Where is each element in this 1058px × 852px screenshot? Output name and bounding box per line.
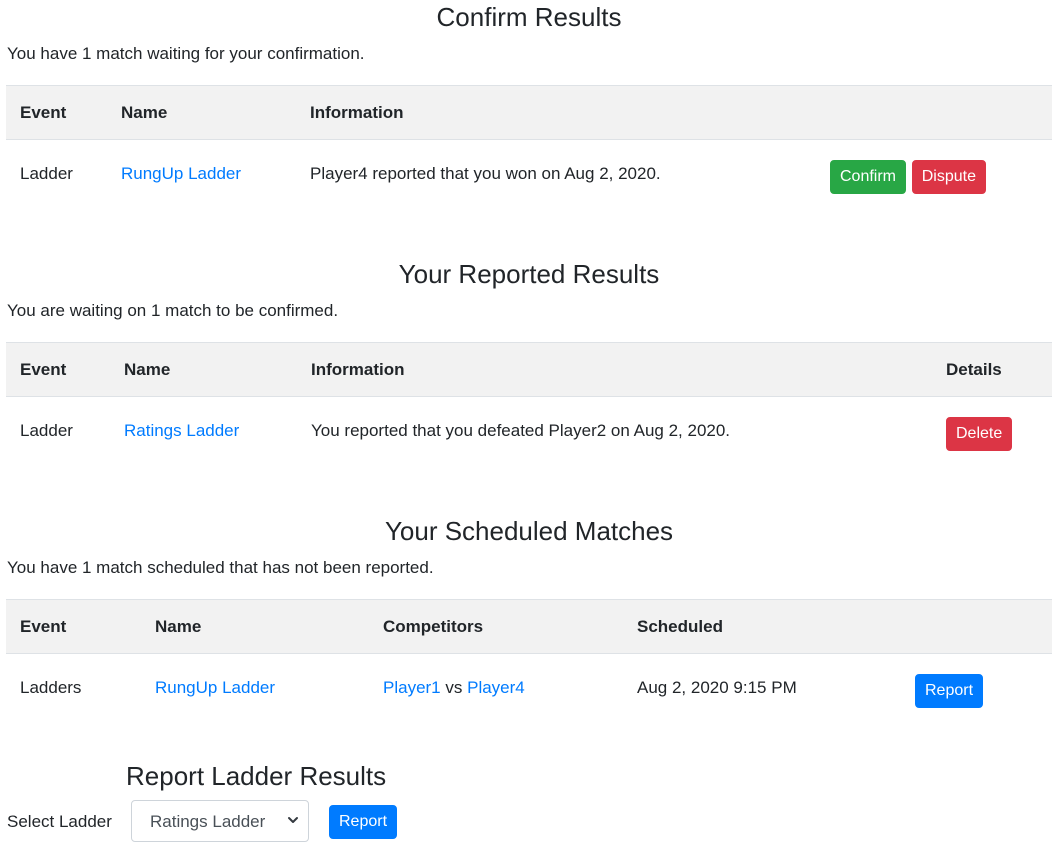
reported-results-subtitle: You are waiting on 1 match to be confirm…	[7, 301, 339, 320]
reported-results-table: Event Name Information Details Ladder Ra…	[6, 342, 1052, 466]
vs-text: vs	[445, 678, 463, 697]
ladder-link[interactable]: RungUp Ladder	[121, 164, 241, 183]
table-row: Ladder Ratings Ladder You reported that …	[6, 397, 1052, 466]
delete-button[interactable]: Delete	[946, 417, 1013, 451]
cell-information: Player4 reported that you won on Aug 2, …	[310, 164, 661, 183]
cell-information: You reported that you defeated Player2 o…	[311, 421, 731, 440]
report-ladder-button[interactable]: Report	[329, 805, 398, 839]
scheduled-matches-subtitle: You have 1 match scheduled that has not …	[7, 558, 434, 577]
header-event: Event	[20, 616, 67, 636]
player-link[interactable]: Player1	[383, 678, 441, 697]
ladder-link[interactable]: RungUp Ladder	[155, 678, 275, 697]
chevron-down-icon	[288, 817, 298, 823]
cell-event: Ladder	[20, 164, 73, 183]
confirm-results-table: Event Name Information Ladder RungUp Lad…	[6, 85, 1052, 209]
header-competitors: Competitors	[383, 616, 484, 636]
header-event: Event	[20, 359, 67, 379]
report-ladder-title: Report Ladder Results	[126, 761, 387, 791]
table-header-row: Event Name Competitors Scheduled	[6, 599, 1052, 654]
table-row: Ladder RungUp Ladder Player4 reported th…	[6, 140, 1052, 209]
dispute-button[interactable]: Dispute	[911, 160, 986, 194]
scheduled-matches-title: Your Scheduled Matches	[384, 516, 674, 546]
ladder-select[interactable]: Ratings Ladder	[131, 800, 309, 842]
cell-event: Ladder	[20, 421, 73, 440]
header-information: Information	[310, 102, 404, 122]
header-information: Information	[311, 359, 405, 379]
header-name: Name	[155, 616, 202, 636]
ladder-select-value: Ratings Ladder	[150, 812, 266, 831]
table-header-row: Event Name Information Details	[6, 342, 1052, 397]
cell-competitors: Player1 vs Player4	[369, 654, 623, 723]
report-match-button[interactable]: Report	[915, 674, 984, 708]
header-scheduled: Scheduled	[637, 616, 723, 636]
cell-event: Ladders	[20, 678, 82, 697]
table-row: Ladders RungUp Ladder Player1 vs Player4…	[6, 654, 1052, 723]
header-actions	[824, 86, 1052, 140]
confirm-button[interactable]: Confirm	[830, 160, 907, 194]
scheduled-matches-table: Event Name Competitors Scheduled Ladders…	[6, 599, 1052, 723]
header-name: Name	[124, 359, 171, 379]
header-name: Name	[121, 102, 168, 122]
player-link[interactable]: Player4	[467, 678, 525, 697]
header-details: Details	[946, 359, 1002, 379]
reported-results-title: Your Reported Results	[398, 259, 660, 289]
confirm-results-title: Confirm Results	[436, 2, 622, 32]
confirm-results-subtitle: You have 1 match waiting for your confir…	[7, 44, 365, 63]
table-header-row: Event Name Information	[6, 85, 1052, 140]
ladder-link[interactable]: Ratings Ladder	[124, 421, 239, 440]
cell-scheduled: Aug 2, 2020 9:15 PM	[637, 678, 797, 697]
select-ladder-label: Select Ladder	[7, 812, 112, 831]
header-actions	[909, 600, 1052, 654]
header-event: Event	[20, 102, 67, 122]
